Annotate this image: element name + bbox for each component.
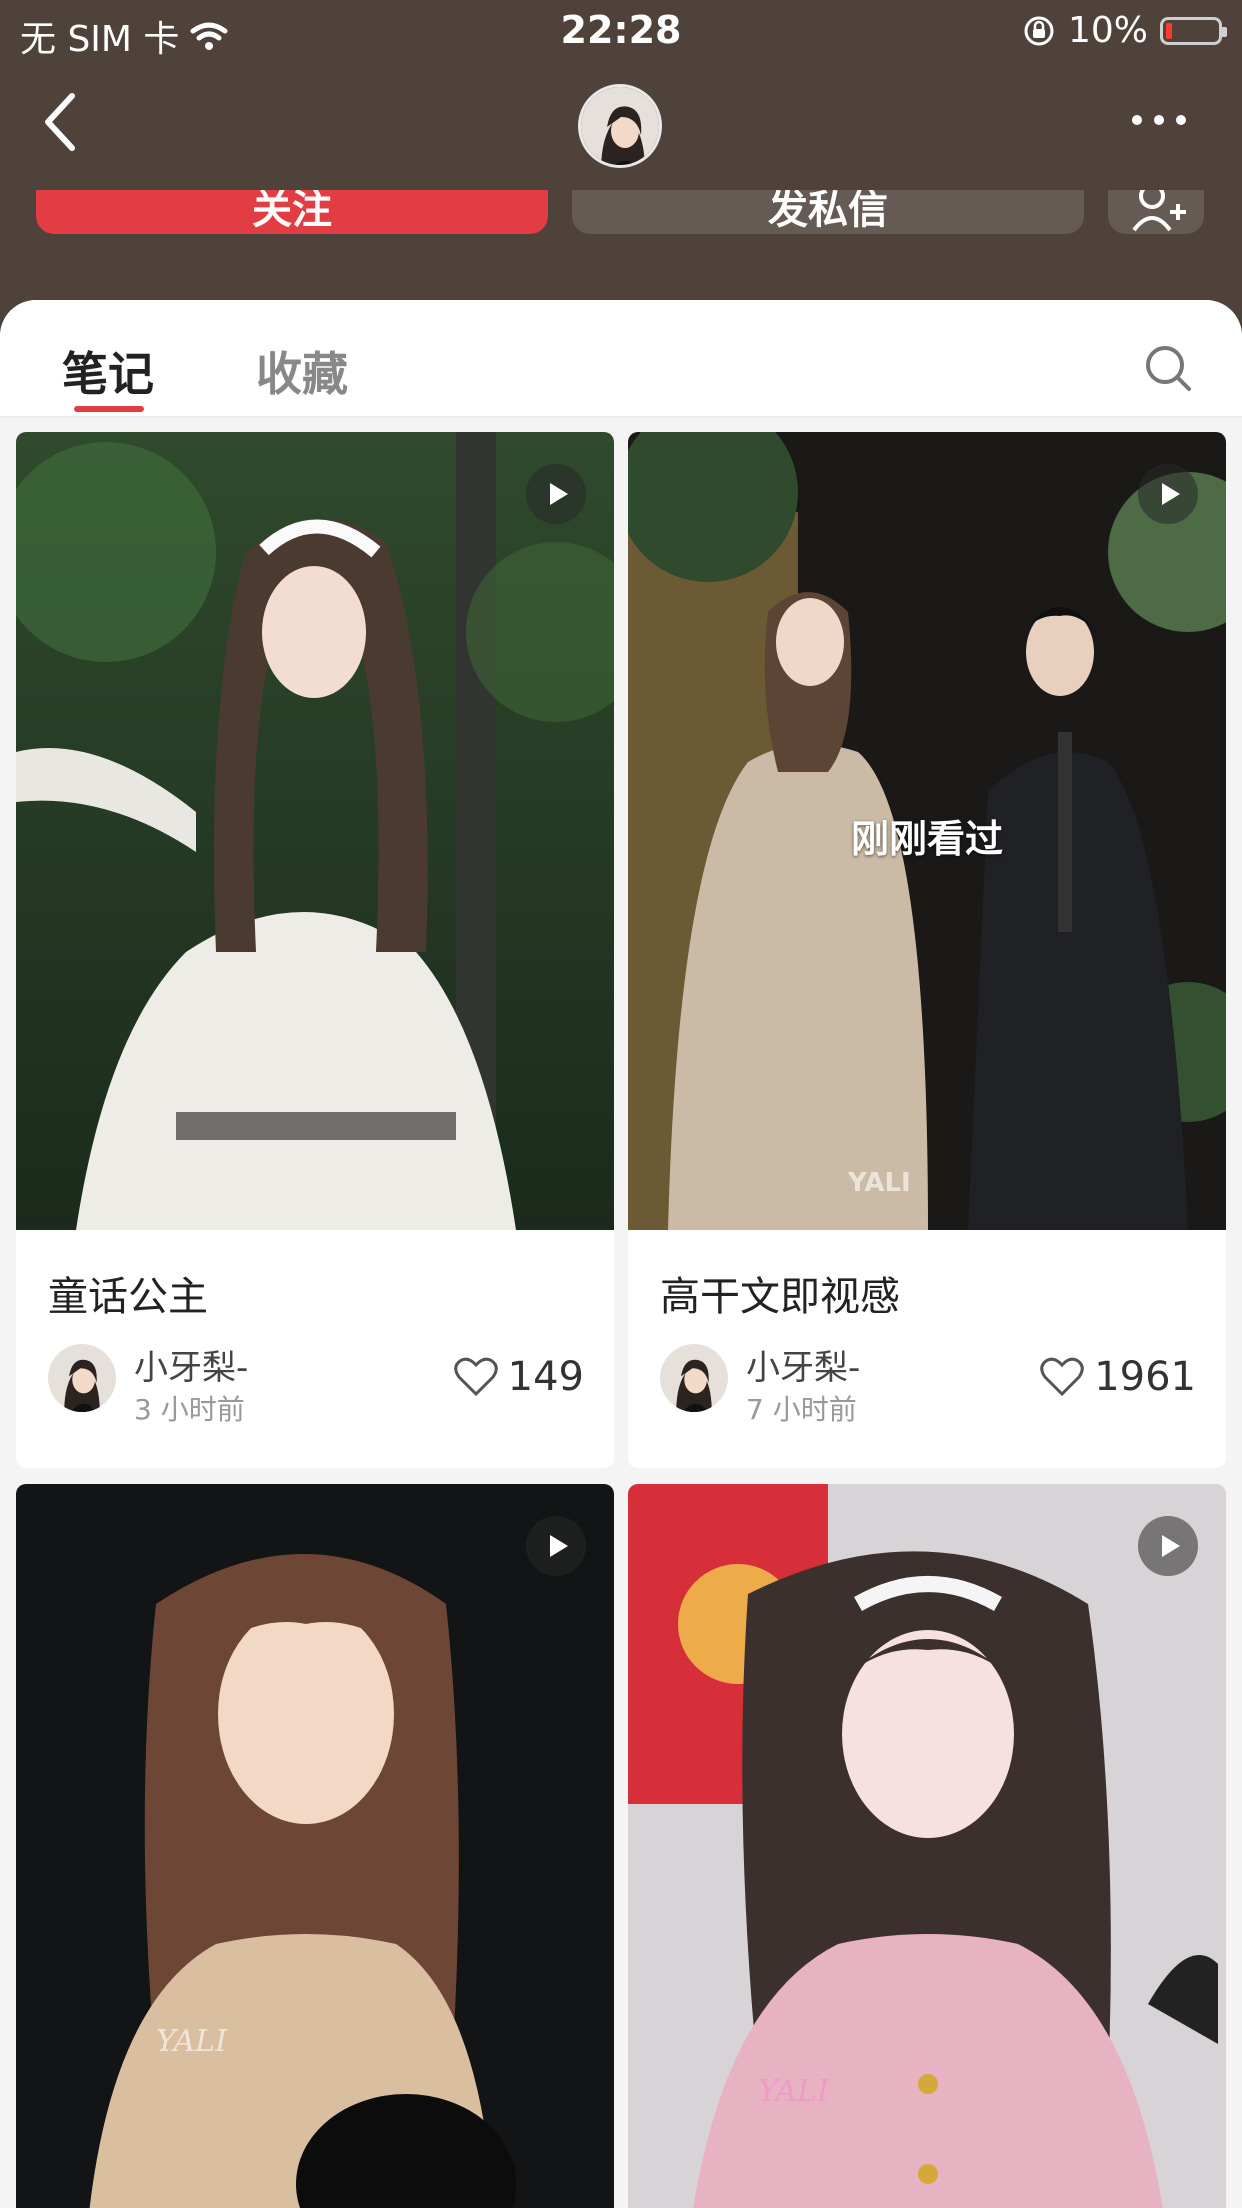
profile-avatar[interactable] <box>578 84 662 168</box>
like-count: 149 <box>507 1354 584 1400</box>
watermark: YALI <box>848 1168 911 1198</box>
heart-icon <box>1040 1357 1084 1397</box>
add-user-icon <box>1132 190 1186 232</box>
nav-bar <box>0 70 1242 190</box>
cover-photo <box>16 1484 614 2208</box>
avatar-image <box>581 87 659 165</box>
note-cover-image[interactable]: YALI <box>628 1484 1226 2208</box>
like-button[interactable]: 149 <box>453 1354 584 1400</box>
video-badge <box>526 1516 586 1576</box>
heart-icon <box>453 1357 498 1397</box>
video-badge <box>1138 1516 1198 1576</box>
note-cover-image[interactable] <box>16 432 614 1230</box>
content-panel: 笔记 收藏 童话公主 小牙梨- 3 小时前 149 刚刚看过 YALI 高干文即… <box>0 300 1242 2208</box>
post-time: 3 小时前 <box>134 1393 245 1426</box>
author-avatar[interactable] <box>48 1344 116 1412</box>
video-badge <box>526 464 586 524</box>
search-button[interactable] <box>1144 344 1192 392</box>
note-card[interactable]: 童话公主 小牙梨- 3 小时前 149 <box>16 432 614 1468</box>
more-options-button[interactable] <box>1132 110 1202 140</box>
note-card[interactable]: 刚刚看过 YALI 高干文即视感 小牙梨- 7 小时前 1961 <box>628 432 1226 1468</box>
watermark: YALI <box>156 2024 227 2059</box>
like-count: 1961 <box>1094 1354 1196 1400</box>
add-friend-button[interactable] <box>1108 190 1204 234</box>
search-icon <box>1146 346 1191 391</box>
status-right: 10% <box>1022 10 1227 51</box>
note-title[interactable]: 高干文即视感 <box>660 1264 900 1322</box>
cover-photo <box>16 432 614 1230</box>
tab-bar: 笔记 收藏 <box>0 300 1242 418</box>
cover-photo <box>628 1484 1226 2208</box>
chevron-left-icon <box>45 93 75 151</box>
note-card[interactable]: YALI <box>16 1484 614 2208</box>
rotation-lock-icon <box>1024 16 1054 45</box>
recently-viewed-label: 刚刚看过 <box>850 817 1003 861</box>
note-cover-image[interactable]: 刚刚看过 YALI <box>628 432 1226 1230</box>
post-time: 7 小时前 <box>746 1393 857 1426</box>
status-bar: 无 SIM 卡 22:28 10% <box>0 0 1242 62</box>
video-badge <box>1138 464 1198 524</box>
author-avatar[interactable] <box>660 1344 728 1412</box>
note-cover-image[interactable]: YALI <box>16 1484 614 2208</box>
battery-icon <box>1160 16 1227 45</box>
avatar-image <box>48 1344 116 1412</box>
send-message-button[interactable]: 发私信 <box>572 190 1084 234</box>
author-name[interactable]: 小牙梨- <box>746 1340 860 1389</box>
active-tab-indicator <box>74 406 144 412</box>
avatar-image <box>660 1344 728 1412</box>
back-button[interactable] <box>40 92 100 162</box>
battery-percent: 10% <box>1067 10 1148 51</box>
follow-button[interactable]: 关注 <box>36 190 548 234</box>
like-button[interactable]: 1961 <box>1040 1354 1196 1400</box>
note-title[interactable]: 童话公主 <box>48 1264 208 1322</box>
tab-notes[interactable]: 笔记 <box>62 338 154 404</box>
note-card[interactable]: YALI <box>628 1484 1226 2208</box>
tab-collections[interactable]: 收藏 <box>256 338 348 404</box>
watermark: YALI <box>758 2074 829 2109</box>
author-name[interactable]: 小牙梨- <box>134 1340 248 1389</box>
profile-actions: 关注 发私信 <box>0 190 1242 250</box>
